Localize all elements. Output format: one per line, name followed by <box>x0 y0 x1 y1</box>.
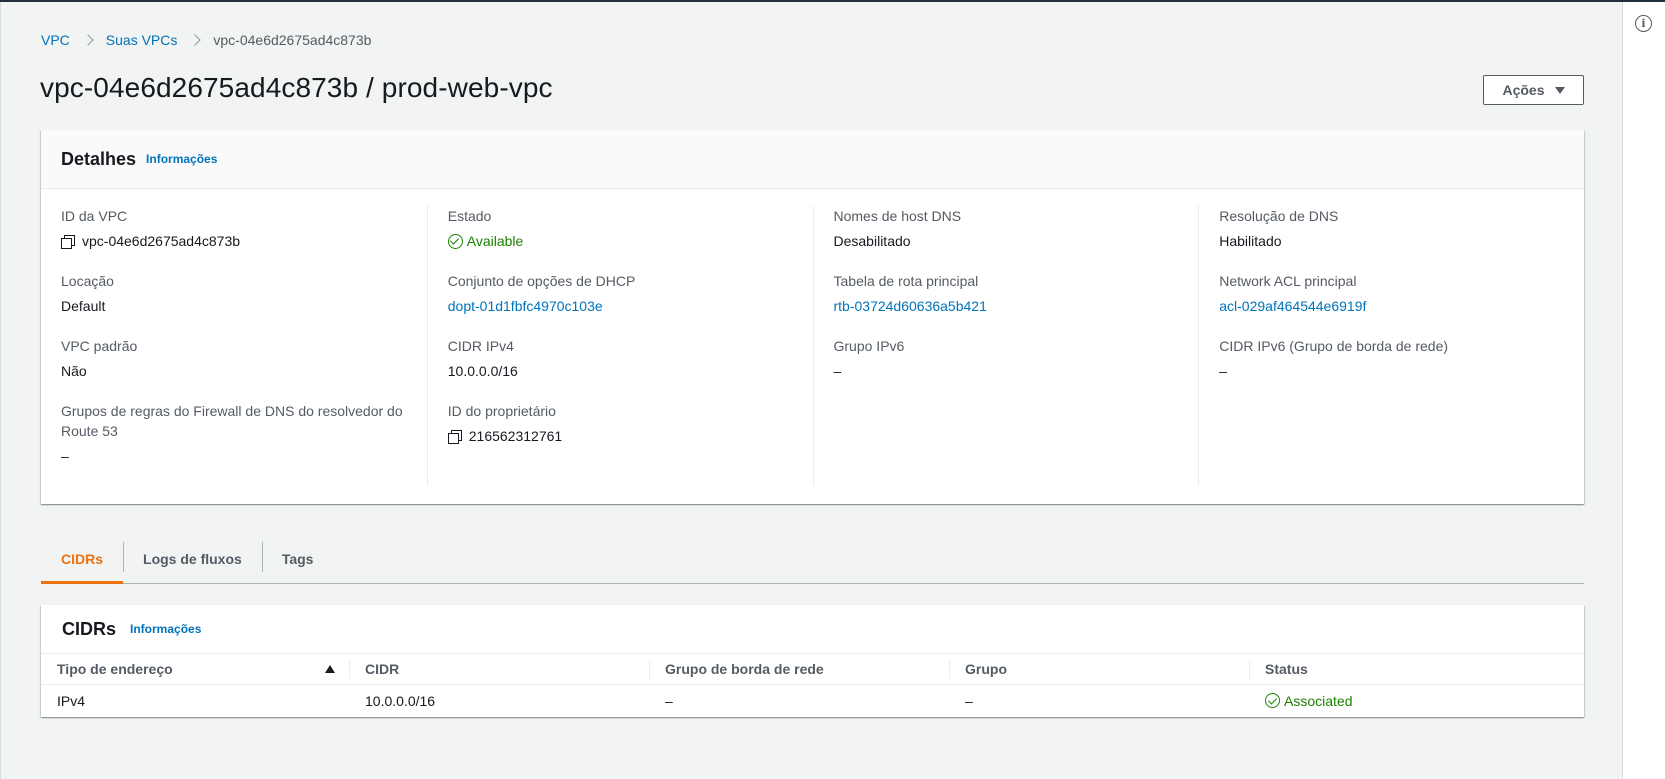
table-header-row: Tipo de endereço CIDR Grupo de borda de … <box>41 654 1584 685</box>
field-label: Tabela de rota principal <box>833 273 979 289</box>
field-value: vpc-04e6d2675ad4c873b <box>61 231 407 251</box>
field-label: VPC padrão <box>61 338 138 354</box>
breadcrumb: VPC Suas VPCs vpc-04e6d2675ad4c873b <box>41 32 371 48</box>
dhcp-options-link[interactable]: dopt-01d1fbfc4970c103e <box>448 296 793 316</box>
field-dns-hostnames: Nomes de host DNS Desabilitado <box>834 206 1179 251</box>
breadcrumb-your-vpcs-link[interactable]: Suas VPCs <box>106 32 178 48</box>
field-value: 216562312761 <box>447 426 793 446</box>
field-label: Grupo IPv6 <box>833 338 905 354</box>
field-tenancy: Locação Default <box>61 271 407 316</box>
actions-button-label: Ações <box>1502 82 1545 98</box>
info-glyph: i <box>1641 17 1646 30</box>
field-label: Network ACL principal <box>1219 273 1357 289</box>
chevron-right-icon <box>82 34 94 46</box>
field-label: Conjunto de opções de DHCP <box>447 273 636 289</box>
field-value: – <box>1219 363 1228 379</box>
breadcrumb-vpc-link[interactable]: VPC <box>41 32 70 48</box>
field-ipv6-cidr: CIDR IPv6 (Grupo de borda de rede) – <box>1219 336 1564 381</box>
field-label: CIDR IPv4 <box>447 338 514 354</box>
field-main-network-acl: Network ACL principal acl-029af464544e69… <box>1219 271 1564 316</box>
field-label: ID da VPC <box>61 208 128 224</box>
details-column-4: Resolução de DNS Habilitado Network ACL … <box>1198 206 1584 486</box>
sort-ascending-icon <box>325 665 335 673</box>
field-dhcp-options: Conjunto de opções de DHCP dopt-01d1fbfc… <box>448 271 793 316</box>
field-ipv6-pool: Grupo IPv6 – <box>834 336 1179 381</box>
breadcrumb-current: vpc-04e6d2675ad4c873b <box>213 32 372 48</box>
field-dns-firewall-rule-groups: Grupos de regras do Firewall de DNS do r… <box>61 401 407 466</box>
column-header-address-type[interactable]: Tipo de endereço <box>41 654 349 685</box>
details-column-2: Estado Available Conjunto de opções de D… <box>426 206 813 486</box>
check-circle-icon <box>1265 693 1280 708</box>
caret-down-icon <box>1554 86 1565 94</box>
column-header-pool[interactable]: Grupo <box>949 654 1249 685</box>
tab-tags[interactable]: Tags <box>261 534 334 583</box>
field-value: Desabilitado <box>833 233 911 249</box>
right-tools-rail: i <box>1622 2 1665 779</box>
field-value: Habilitado <box>1219 233 1282 249</box>
field-value: 10.0.0.0/16 <box>447 363 518 379</box>
field-owner-id: ID do proprietário 216562312761 <box>447 401 793 446</box>
state-value: Available <box>466 233 524 249</box>
page-title: vpc-04e6d2675ad4c873b / prod-web-vpc <box>40 72 553 103</box>
main-route-table-link[interactable]: rtb-03724d60636a5b421 <box>834 296 1179 316</box>
details-column-1: ID da VPC vpc-04e6d2675ad4c873b Locação … <box>41 206 427 486</box>
field-vpc-id: ID da VPC vpc-04e6d2675ad4c873b <box>61 206 407 251</box>
main-content: VPC Suas VPCs vpc-04e6d2675ad4c873b vpc-… <box>0 2 1622 779</box>
vpc-id-value: vpc-04e6d2675ad4c873b <box>82 233 241 249</box>
details-title: Detalhes <box>61 148 137 169</box>
column-header-cidr[interactable]: CIDR <box>349 654 649 685</box>
column-header-network-border-group[interactable]: Grupo de borda de rede <box>649 654 949 685</box>
details-column-3: Nomes de host DNS Desabilitado Tabela de… <box>812 206 1199 486</box>
field-label: Nomes de host DNS <box>833 208 962 224</box>
column-header-status[interactable]: Status <box>1249 654 1584 685</box>
chevron-right-icon <box>189 34 202 46</box>
details-grid: ID da VPC vpc-04e6d2675ad4c873b Locação … <box>41 206 1584 486</box>
field-main-route-table: Tabela de rota principal rtb-03724d60636… <box>834 271 1179 316</box>
cidrs-title: CIDRs <box>62 618 117 639</box>
cell-network-border-group: – <box>665 692 673 709</box>
field-ipv4-cidr: CIDR IPv4 10.0.0.0/16 <box>448 336 793 381</box>
owner-id-value: 216562312761 <box>468 428 563 444</box>
status-indicator: Associated <box>1265 685 1568 717</box>
cidrs-table: Tipo de endereço CIDR Grupo de borda de … <box>41 654 1584 717</box>
field-value: Default <box>61 298 106 314</box>
check-circle-icon <box>447 233 463 249</box>
details-header: Detalhes Informações <box>41 130 1584 189</box>
cidrs-info-link[interactable]: Informações <box>130 622 201 636</box>
cell-status: Associated <box>1249 684 1584 717</box>
column-header-label: Tipo de endereço <box>57 660 173 677</box>
cidrs-panel: CIDRs Informações Tipo de endereço CIDR … <box>41 605 1584 717</box>
field-value: – <box>61 448 69 464</box>
field-default-vpc: VPC padrão Não <box>61 336 407 381</box>
table-row: IPv4 10.0.0.0/16 – – Associated <box>41 684 1584 717</box>
actions-button[interactable]: Ações <box>1483 75 1584 105</box>
tab-cidrs[interactable]: CIDRs <box>41 534 124 584</box>
field-dns-resolution: Resolução de DNS Habilitado <box>1219 206 1564 251</box>
details-panel: Detalhes Informações ID da VPC vpc-04e6d… <box>41 130 1584 504</box>
tab-flow-logs[interactable]: Logs de fluxos <box>123 534 262 583</box>
copy-icon[interactable] <box>61 234 75 249</box>
field-label: CIDR IPv6 (Grupo de borda de rede) <box>1219 338 1449 354</box>
status-value: Associated <box>1284 692 1353 709</box>
tab-bar: CIDRs Logs de fluxos Tags <box>41 534 1584 584</box>
field-label: Locação <box>61 273 114 289</box>
main-network-acl-link[interactable]: acl-029af464544e6919f <box>1219 296 1564 316</box>
cell-cidr: 10.0.0.0/16 <box>365 692 436 709</box>
field-value: – <box>833 363 842 379</box>
field-label: ID do proprietário <box>447 403 556 419</box>
copy-icon[interactable] <box>447 429 462 444</box>
info-icon[interactable]: i <box>1635 15 1652 32</box>
field-label: Estado <box>447 208 492 224</box>
field-label: Resolução de DNS <box>1219 208 1339 224</box>
details-info-link[interactable]: Informações <box>146 152 217 166</box>
field-value: Available <box>447 231 793 251</box>
cell-pool: – <box>965 692 973 709</box>
field-state: Estado Available <box>447 206 793 251</box>
field-value: Não <box>61 363 87 379</box>
cidrs-header: CIDRs Informações <box>41 605 1584 654</box>
field-label: Grupos de regras do Firewall de DNS do r… <box>61 403 403 439</box>
cell-address-type: IPv4 <box>57 692 86 709</box>
